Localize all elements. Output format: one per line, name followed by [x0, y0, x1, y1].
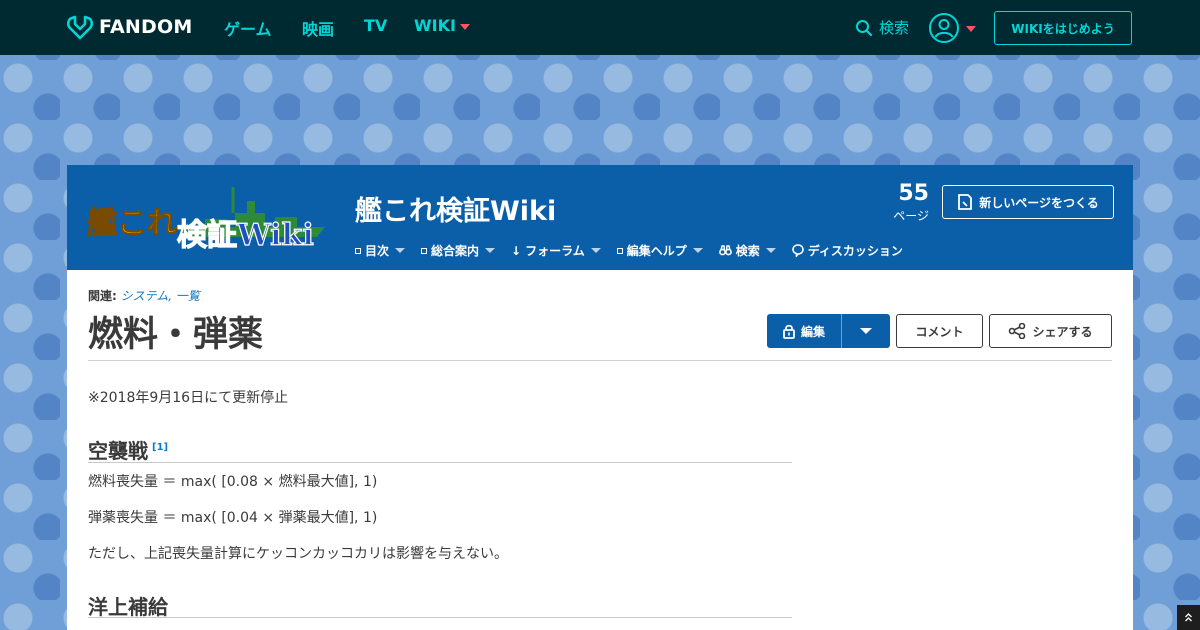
- fuel-loss-formula: 燃料喪失量 ＝ max( [0.08 × 燃料最大値], 1): [88, 474, 378, 490]
- chevron-down-icon: [395, 248, 406, 253]
- global-navigation: FANDOM ゲーム 映画 TV WIKI 検索 WIKIをはじめよう: [0, 0, 1200, 55]
- nav-link-wiki[interactable]: WIKI: [414, 16, 470, 35]
- update-notice: ※2018年9月16日にて更新停止: [88, 390, 289, 406]
- forum-arrow-icon: ↓: [511, 243, 522, 258]
- chevron-down-icon: [590, 248, 601, 253]
- chevron-down-icon: [765, 248, 776, 253]
- local-nav-edit-help[interactable]: 編集ヘルプ: [616, 242, 703, 259]
- share-button[interactable]: シェアする: [989, 314, 1112, 348]
- chevron-down-icon: [692, 248, 703, 253]
- start-a-wiki-button[interactable]: WIKIをはじめよう: [994, 11, 1132, 45]
- user-account-menu[interactable]: [928, 12, 976, 44]
- chevron-down-icon: [966, 26, 976, 32]
- wiki-wordmark[interactable]: 艦これ 検証Wiki: [85, 183, 335, 253]
- local-nav-toc-label: 目次: [365, 244, 390, 258]
- reference-link[interactable]: [1]: [152, 442, 168, 453]
- section-heading-air-raid: 空襲戦 [1]: [88, 435, 168, 464]
- chevron-down-icon: [485, 248, 496, 253]
- section-heading-underway-replenishment: 洋上補給: [88, 591, 168, 620]
- chevron-down-icon: [860, 328, 872, 334]
- discussion-bubble-icon: [791, 244, 804, 257]
- edit-button-group: 編集: [767, 314, 890, 348]
- related-label: 関連:: [88, 289, 117, 303]
- add-new-page-label: 新しいページをつくる: [979, 195, 1099, 210]
- bullet-icon: [355, 247, 361, 254]
- lock-icon: [783, 324, 795, 339]
- new-page-icon: [958, 194, 973, 210]
- double-chevron-up-icon: [1185, 613, 1192, 622]
- page-title: 燃料・弾薬: [88, 315, 264, 355]
- page-count-label: ページ: [893, 209, 929, 223]
- local-nav-guide-label: 総合案内: [431, 244, 480, 258]
- local-nav-guide[interactable]: 総合案内: [421, 242, 496, 259]
- edit-options-dropdown[interactable]: [841, 314, 890, 348]
- related-categories: 関連: システム, 一覧: [88, 287, 200, 304]
- user-avatar-icon: [929, 13, 959, 43]
- wordmark-top-text: 艦これ: [87, 206, 177, 241]
- comment-button[interactable]: コメント: [896, 314, 983, 348]
- local-nav-discussion[interactable]: ディスカッション: [791, 242, 903, 259]
- share-icon: [1009, 323, 1026, 339]
- search-label: 検索: [879, 19, 910, 37]
- related-links[interactable]: システム, 一覧: [121, 289, 200, 303]
- page-count-value: 55: [898, 181, 929, 206]
- binoculars-icon: [718, 245, 732, 256]
- local-nav-discussion-label: ディスカッション: [807, 244, 903, 258]
- community-header: 艦これ 検証Wiki 艦これ検証Wiki 55 ページ 新しいページをつくる 目…: [67, 165, 1133, 270]
- nav-link-tv[interactable]: TV: [364, 16, 387, 35]
- local-nav-search[interactable]: 検索: [718, 242, 776, 259]
- section-divider: [88, 617, 792, 618]
- loss-note: ただし、上記喪失量計算にケッコンカッコカリは影響を与えない。: [88, 546, 508, 562]
- share-button-label: シェアする: [1032, 324, 1093, 339]
- nav-link-movies-label: 映画: [302, 20, 335, 39]
- search-icon: [856, 19, 873, 36]
- start-a-wiki-label: WIKIをはじめよう: [1011, 21, 1115, 36]
- comment-button-label: コメント: [915, 324, 964, 339]
- nav-link-games-label: ゲーム: [224, 20, 272, 39]
- article-content: 関連: システム, 一覧 燃料・弾薬 編集 コメント シェアする ※2018年9…: [67, 270, 1133, 630]
- bullet-icon: [616, 247, 623, 254]
- community-name[interactable]: 艦これ検証Wiki: [355, 189, 556, 228]
- bullet-icon: [421, 247, 428, 254]
- section-divider: [88, 462, 792, 463]
- local-nav-toc[interactable]: 目次: [355, 242, 406, 259]
- nav-link-movies[interactable]: 映画: [302, 16, 334, 40]
- fandom-heart-icon: [67, 15, 93, 40]
- section-heading-text: 空襲戦: [88, 439, 148, 463]
- title-divider: [88, 360, 1112, 361]
- nav-link-wiki-label: WIKI: [414, 16, 456, 35]
- nav-link-tv-label: TV: [364, 16, 388, 35]
- scroll-to-top-button[interactable]: [1177, 605, 1200, 630]
- ammo-loss-formula: 弾薬喪失量 ＝ max( [0.04 × 弾薬最大値], 1): [88, 510, 378, 526]
- section-heading-text: 洋上補給: [88, 595, 168, 619]
- global-search-button[interactable]: 検索: [855, 17, 909, 38]
- chevron-down-icon: [459, 23, 470, 30]
- fandom-logo[interactable]: FANDOM: [67, 13, 192, 41]
- edit-button-label: 編集: [800, 324, 825, 339]
- edit-button[interactable]: 編集: [767, 314, 841, 348]
- local-nav-forum[interactable]: ↓ フォーラム: [511, 242, 601, 259]
- local-nav-search-label: 検索: [735, 244, 760, 258]
- page-counter: 55 ページ: [877, 181, 929, 224]
- wordmark-bottom-text: 検証Wiki: [177, 218, 314, 253]
- local-nav-forum-label: フォーラム: [525, 244, 585, 258]
- fandom-wordmark: FANDOM: [99, 16, 193, 38]
- local-navigation: 目次 総合案内 ↓ フォーラム 編集ヘルプ 検索 ディスカッション: [355, 242, 919, 259]
- local-nav-edit-help-label: 編集ヘルプ: [626, 244, 687, 258]
- nav-link-games[interactable]: ゲーム: [224, 16, 272, 40]
- add-new-page-button[interactable]: 新しいページをつくる: [942, 185, 1114, 219]
